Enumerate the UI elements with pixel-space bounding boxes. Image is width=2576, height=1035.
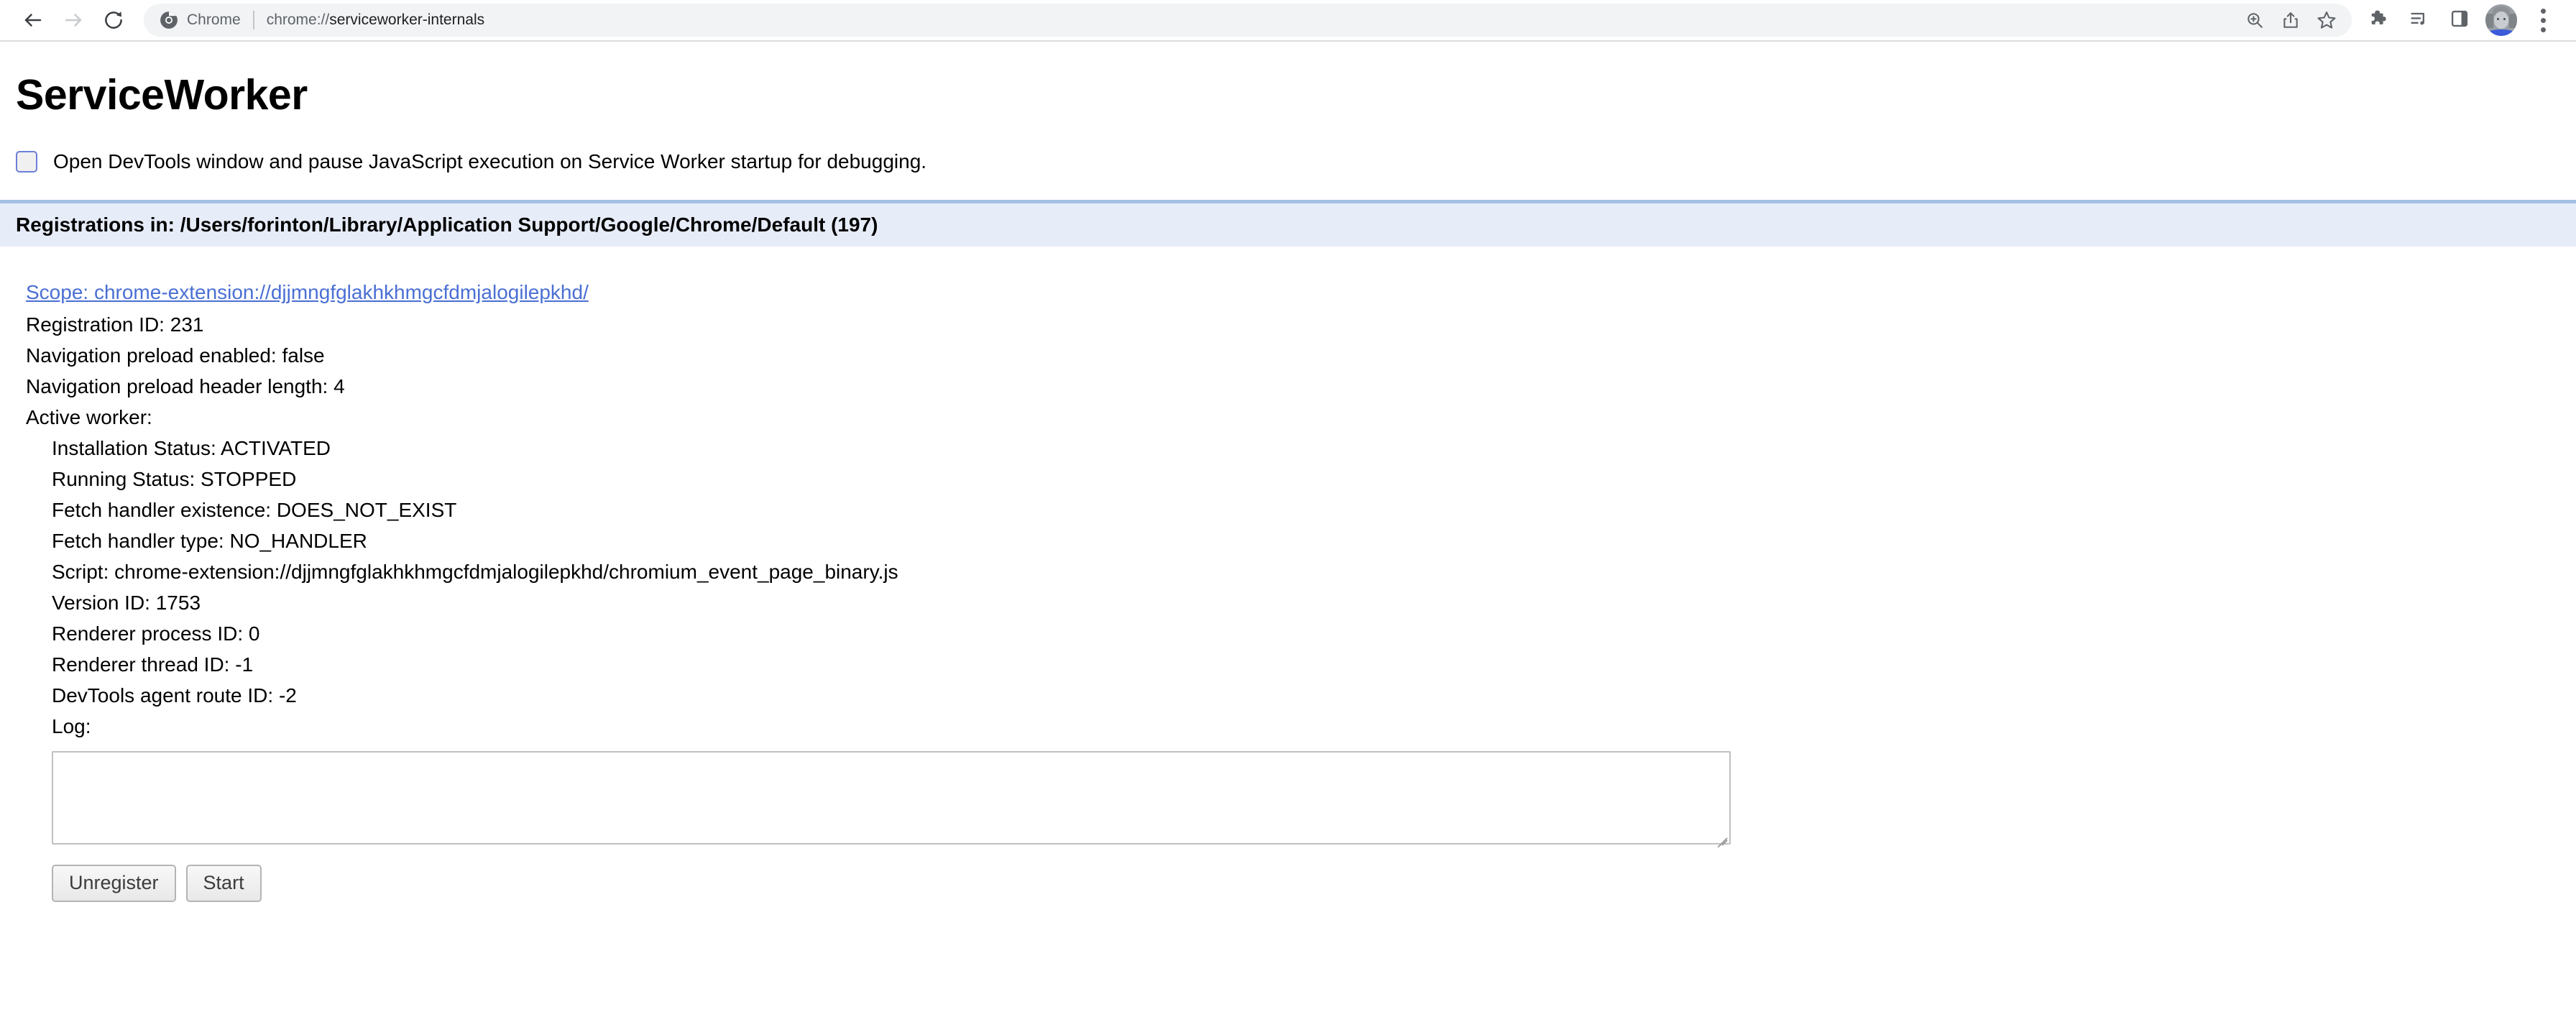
nav-preload-enabled-line: Navigation preload enabled: false xyxy=(26,344,325,367)
menu-dot xyxy=(2540,27,2546,32)
reload-button[interactable] xyxy=(93,0,134,40)
extensions-button[interactable] xyxy=(2359,0,2399,40)
start-button[interactable]: Start xyxy=(185,864,262,903)
script-line: Script: chrome-extension://djjmngfglakhk… xyxy=(52,560,898,583)
arrow-right-icon xyxy=(63,9,84,31)
avatar-eye-right xyxy=(2503,18,2506,20)
page-title: ServiceWorker xyxy=(16,71,308,119)
omnibox-url-scheme: chrome:// xyxy=(266,12,330,28)
unregister-button[interactable]: Unregister xyxy=(52,864,176,903)
nav-preload-header-length-line: Navigation preload header length: 4 xyxy=(26,374,345,397)
log-textarea[interactable] xyxy=(52,750,1731,845)
omnibox-url-path: serviceworker-internals xyxy=(329,12,485,28)
chrome-logo-icon xyxy=(160,11,178,29)
menu-dot xyxy=(2540,17,2546,23)
media-playlist-icon xyxy=(2409,9,2429,32)
address-bar[interactable]: Chrome chrome://serviceworker-internals xyxy=(144,4,2352,37)
puzzle-icon xyxy=(2369,9,2389,32)
side-panel-button[interactable] xyxy=(2439,0,2480,40)
registration-id-line: Registration ID: 231 xyxy=(26,313,204,336)
running-status-line: Running Status: STOPPED xyxy=(52,467,297,490)
omnibox-actions xyxy=(2237,4,2345,36)
profile-avatar[interactable] xyxy=(2485,4,2517,36)
reload-icon xyxy=(103,9,124,31)
zoom-in-icon[interactable] xyxy=(2237,4,2273,36)
resize-grip-icon[interactable] xyxy=(1714,828,1727,841)
menu-dot xyxy=(2540,8,2546,14)
serviceworker-internals-page: ServiceWorker Open DevTools window and p… xyxy=(0,71,2576,903)
devtools-checkbox-label: Open DevTools window and pause JavaScrip… xyxy=(53,150,927,172)
devtools-checkbox[interactable] xyxy=(16,150,37,172)
omnibox-chip-label: Chrome xyxy=(187,12,241,28)
scope-link[interactable]: Scope: chrome-extension://djjmngfglakhkh… xyxy=(26,277,2576,308)
avatar-face xyxy=(2493,11,2509,29)
browser-toolbar: Chrome chrome://serviceworker-internals xyxy=(0,0,2576,42)
log-label: Log: xyxy=(52,714,91,737)
renderer-thread-id-line: Renderer thread ID: -1 xyxy=(52,653,254,676)
side-panel-icon xyxy=(2450,9,2470,32)
fetch-handler-existence-line: Fetch handler existence: DOES_NOT_EXIST xyxy=(52,498,457,521)
registrations-header: Registrations in: /Users/forinton/Librar… xyxy=(0,199,2576,247)
devtools-agent-route-id-line: DevTools agent route ID: -2 xyxy=(52,684,297,707)
three-dot-menu-icon[interactable] xyxy=(2523,0,2563,40)
toolbar-right-actions xyxy=(2359,0,2563,40)
arrow-left-icon xyxy=(22,9,44,31)
installation-status-line: Installation Status: ACTIVATED xyxy=(52,436,331,459)
registration-block: Scope: chrome-extension://djjmngfglakhkh… xyxy=(0,277,2576,903)
avatar-bg-left xyxy=(2485,14,2494,28)
active-worker-label: Active worker: xyxy=(26,405,152,428)
active-worker-details: Installation Status: ACTIVATED Running S… xyxy=(26,433,2576,903)
star-icon[interactable] xyxy=(2309,4,2345,36)
omnibox-divider xyxy=(252,11,254,29)
avatar-body xyxy=(2488,29,2514,36)
omnibox-url-text: chrome://serviceworker-internals xyxy=(267,12,2231,29)
version-id-line: Version ID: 1753 xyxy=(52,591,201,614)
registration-actions: Unregister Start xyxy=(52,864,2576,903)
avatar-bg-right xyxy=(2508,14,2517,28)
renderer-process-id-line: Renderer process ID: 0 xyxy=(52,622,260,645)
avatar-eye-left xyxy=(2496,18,2499,20)
share-icon[interactable] xyxy=(2273,4,2309,36)
fetch-handler-type-line: Fetch handler type: NO_HANDLER xyxy=(52,529,367,552)
devtools-checkbox-row[interactable]: Open DevTools window and pause JavaScrip… xyxy=(16,150,2576,172)
media-control-button[interactable] xyxy=(2399,0,2439,40)
forward-button[interactable] xyxy=(53,0,93,40)
back-button[interactable] xyxy=(13,0,53,40)
